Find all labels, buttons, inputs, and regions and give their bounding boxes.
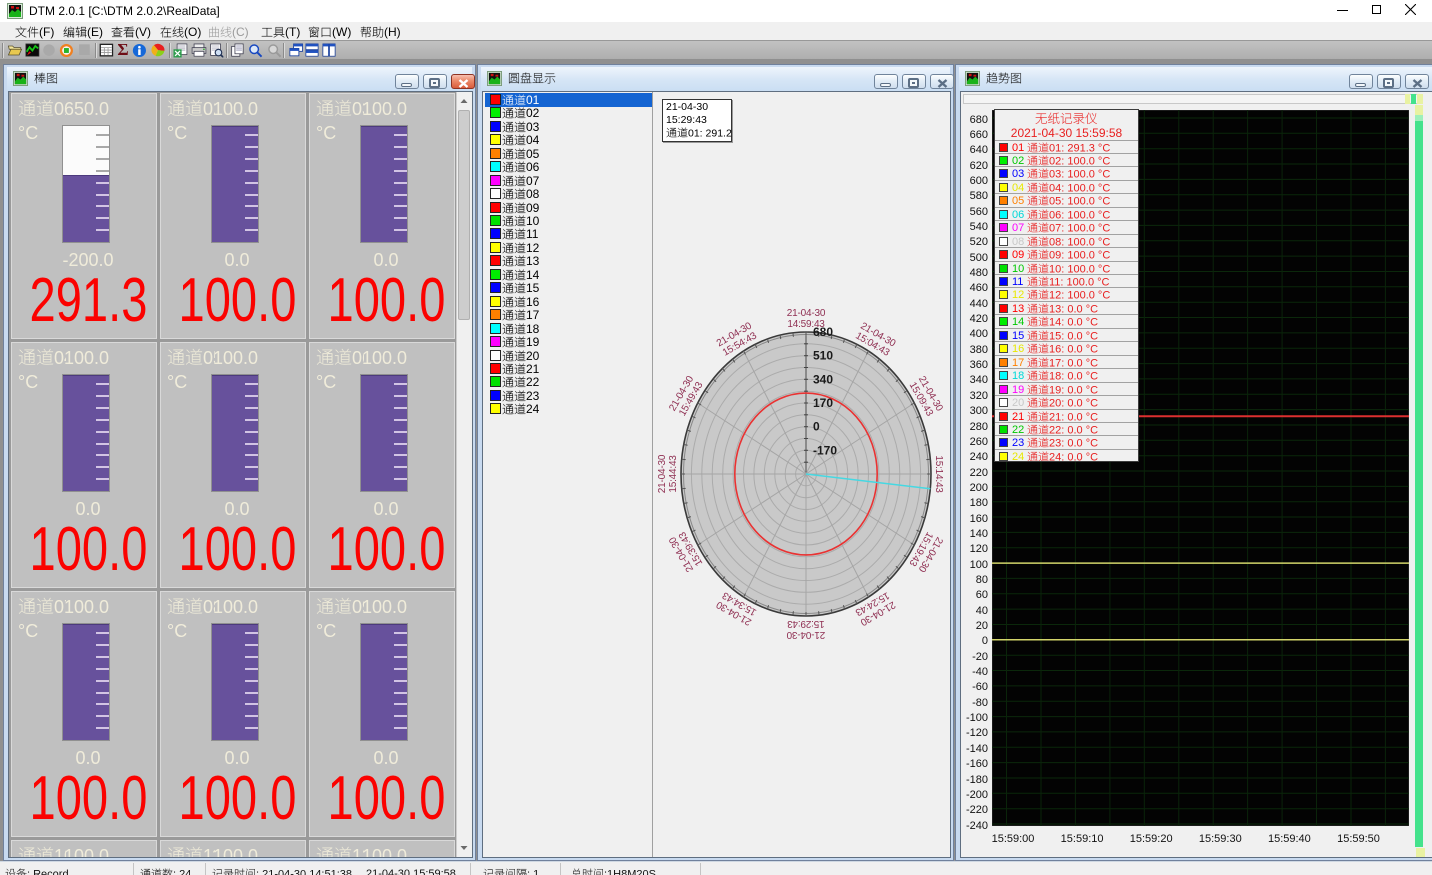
svg-text:21-04-3015:14:43: 21-04-3015:14:43 [933,455,946,494]
svg-text:21-04-3015:29:43: 21-04-3015:29:43 [786,618,825,640]
svg-text:-170: -170 [813,443,837,457]
svg-text:21-04-3015:44:43: 21-04-3015:44:43 [657,454,679,493]
svg-text:21-04-3014:59:43: 21-04-3014:59:43 [787,308,826,330]
svg-text:170: 170 [813,396,833,410]
svg-text:510: 510 [813,349,833,363]
svg-text:0: 0 [813,420,820,434]
svg-text:340: 340 [813,372,833,386]
